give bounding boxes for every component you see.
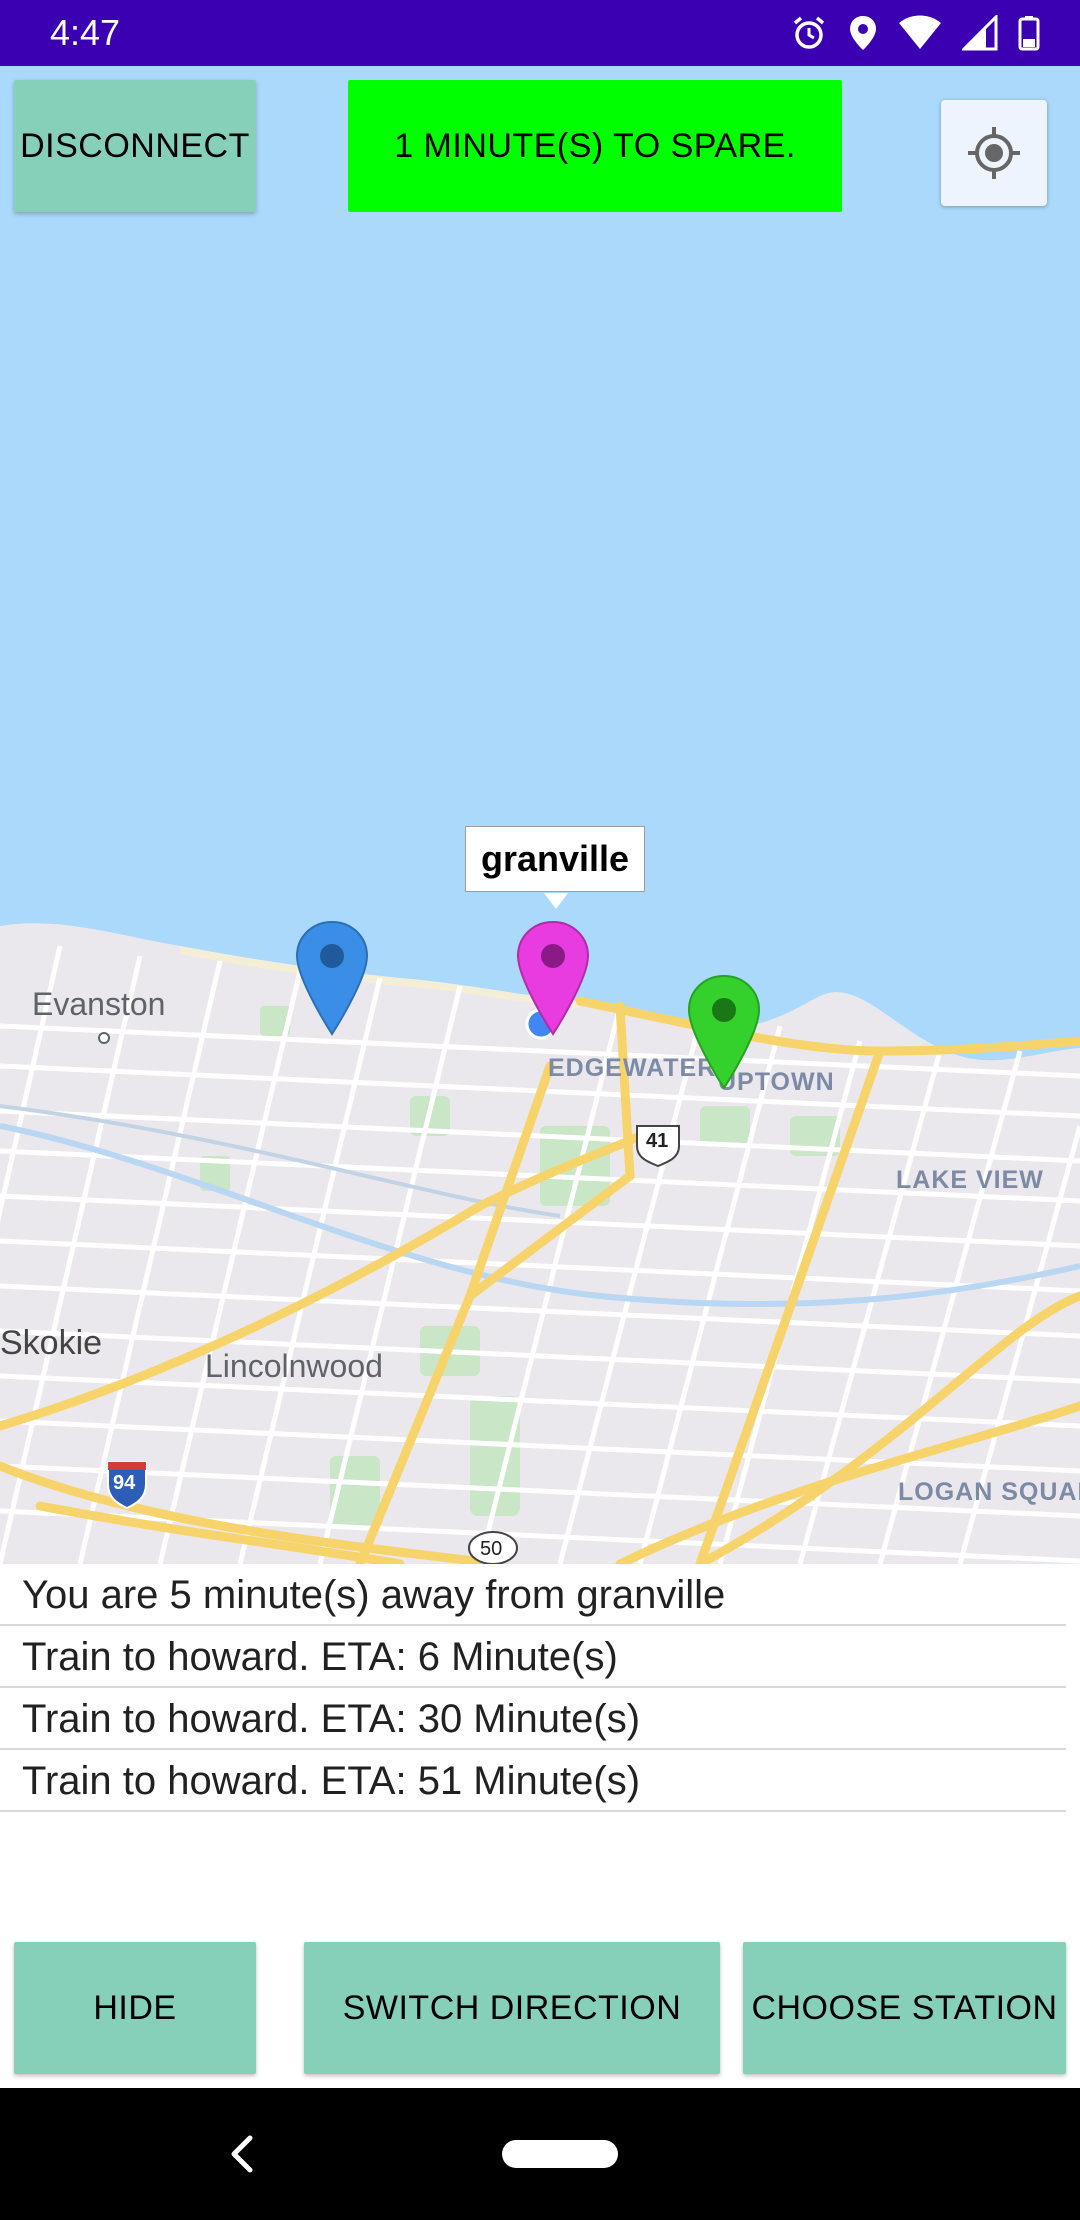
green-marker[interactable]	[687, 974, 761, 1090]
disconnect-button[interactable]: DISCONNECT	[14, 80, 256, 212]
hide-button[interactable]: HIDE	[14, 1942, 256, 2074]
label-route-94: 94	[113, 1472, 136, 1494]
battery-icon	[1018, 16, 1040, 51]
label-route-41: 41	[646, 1130, 669, 1152]
label-lincolnwood: Lincolnwood	[205, 1348, 383, 1384]
label-evanston: Evanston	[32, 986, 166, 1022]
my-location-button[interactable]	[941, 100, 1047, 206]
label-lake-view: LAKE VIEW	[896, 1166, 1044, 1194]
map-base[interactable]	[0, 66, 1080, 1564]
label-logan-square: LOGAN SQUAR	[898, 1478, 1080, 1506]
back-icon[interactable]	[222, 2132, 262, 2176]
location-icon	[850, 16, 876, 50]
my-location-icon	[968, 127, 1020, 179]
alarm-icon	[793, 16, 825, 49]
signal-icon	[962, 15, 998, 51]
map-view[interactable]: Evanston EDGEWATER UPTOWN LAKE VIEW Skok…	[0, 66, 1080, 1564]
wifi-icon	[899, 15, 941, 49]
arrival-list: You are 5 minute(s) away from granville …	[0, 1564, 1080, 1812]
choose-station-button[interactable]: CHOOSE STATION	[743, 1942, 1066, 2074]
switch-direction-button[interactable]: SWITCH DIRECTION	[304, 1942, 720, 2074]
blue-marker[interactable]	[295, 920, 369, 1036]
list-item[interactable]: Train to howard. ETA: 51 Minute(s)	[0, 1750, 1066, 1812]
status-time: 4:47	[50, 12, 121, 53]
list-item[interactable]: Train to howard. ETA: 6 Minute(s)	[0, 1626, 1066, 1688]
granville-marker[interactable]	[516, 920, 590, 1036]
home-pill[interactable]	[502, 2140, 618, 2168]
time-to-spare-banner: 1 MINUTE(S) TO SPARE.	[348, 80, 842, 212]
label-route-50: 50	[480, 1538, 503, 1560]
status-icons	[790, 12, 1040, 54]
list-item[interactable]: Train to howard. ETA: 30 Minute(s)	[0, 1688, 1066, 1750]
status-bar: 4:47	[0, 0, 1080, 66]
distance-summary: You are 5 minute(s) away from granville	[0, 1564, 1066, 1626]
marker-info-window[interactable]: granville	[465, 826, 645, 909]
navigation-bar	[0, 2088, 1080, 2220]
label-skokie: Skokie	[0, 1324, 103, 1362]
